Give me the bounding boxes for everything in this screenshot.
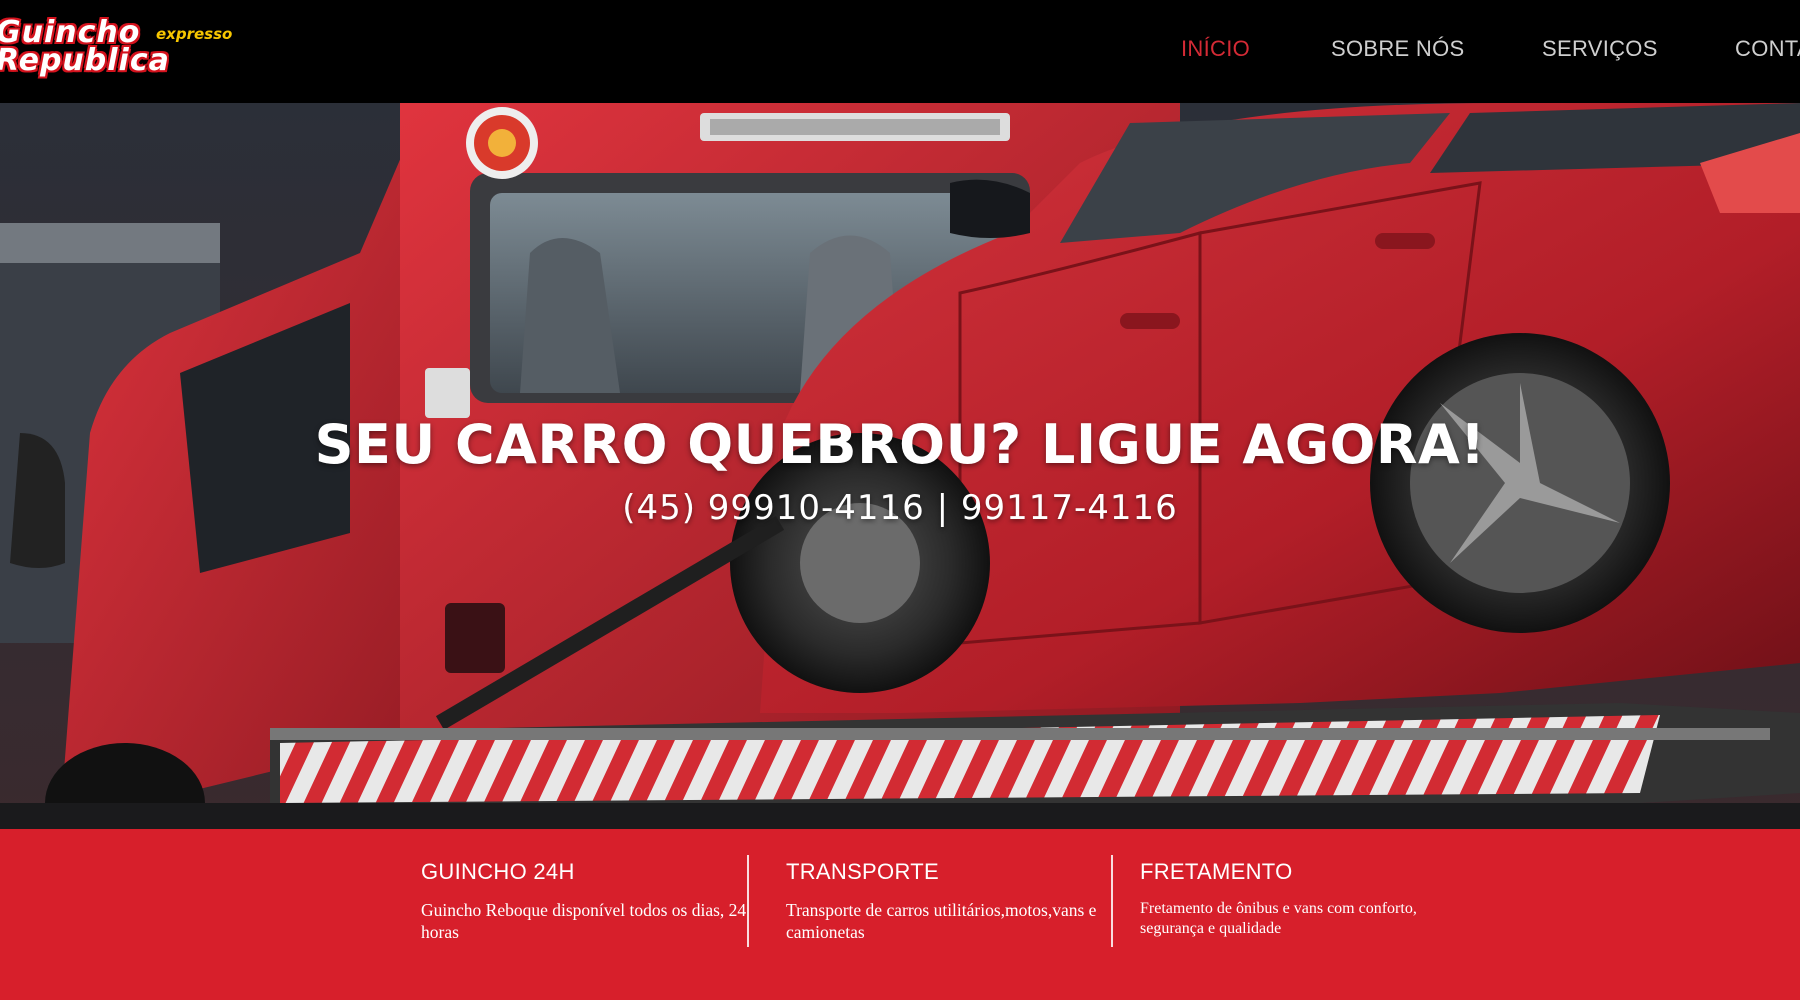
site-header: Guincho expresso Republica INÍCIO SOBRE … xyxy=(0,0,1800,103)
feature-fretamento: FRETAMENTO Fretamento de ônibus e vans c… xyxy=(1140,859,1440,939)
hero-banner: SEU CARRO QUEBROU? LIGUE AGORA! (45) 999… xyxy=(0,103,1800,829)
feature-divider xyxy=(747,855,749,947)
nav-item-inicio[interactable]: INÍCIO xyxy=(1181,36,1250,62)
hero-title: SEU CARRO QUEBROU? LIGUE AGORA! xyxy=(314,413,1486,476)
main-nav: INÍCIO SOBRE NÓS SERVIÇOS CONTA xyxy=(0,36,1800,66)
hero-phone[interactable]: (45) 99910-4116 | 99117-4116 xyxy=(0,488,1800,528)
features-strip: GUINCHO 24H Guincho Reboque disponível t… xyxy=(0,829,1800,1000)
nav-item-servicos[interactable]: SERVIÇOS xyxy=(1542,36,1658,62)
feature-title: TRANSPORTE xyxy=(786,859,939,884)
nav-item-contato[interactable]: CONTA xyxy=(1735,36,1800,62)
feature-transporte: TRANSPORTE Transporte de carros utilitár… xyxy=(786,859,1106,943)
feature-title: GUINCHO 24H xyxy=(421,859,575,884)
feature-guincho-24h: GUINCHO 24H Guincho Reboque disponível t… xyxy=(421,859,751,943)
nav-item-sobre-nos[interactable]: SOBRE NÓS xyxy=(1331,36,1465,62)
feature-description: Fretamento de ônibus e vans com conforto… xyxy=(1140,900,1417,937)
feature-description: Transporte de carros utilitários,motos,v… xyxy=(786,900,1097,942)
page: Guincho expresso Republica INÍCIO SOBRE … xyxy=(0,0,1800,1000)
feature-description: Guincho Reboque disponível todos os dias… xyxy=(421,900,747,942)
feature-title: FRETAMENTO xyxy=(1140,859,1293,884)
feature-divider xyxy=(1111,855,1113,947)
